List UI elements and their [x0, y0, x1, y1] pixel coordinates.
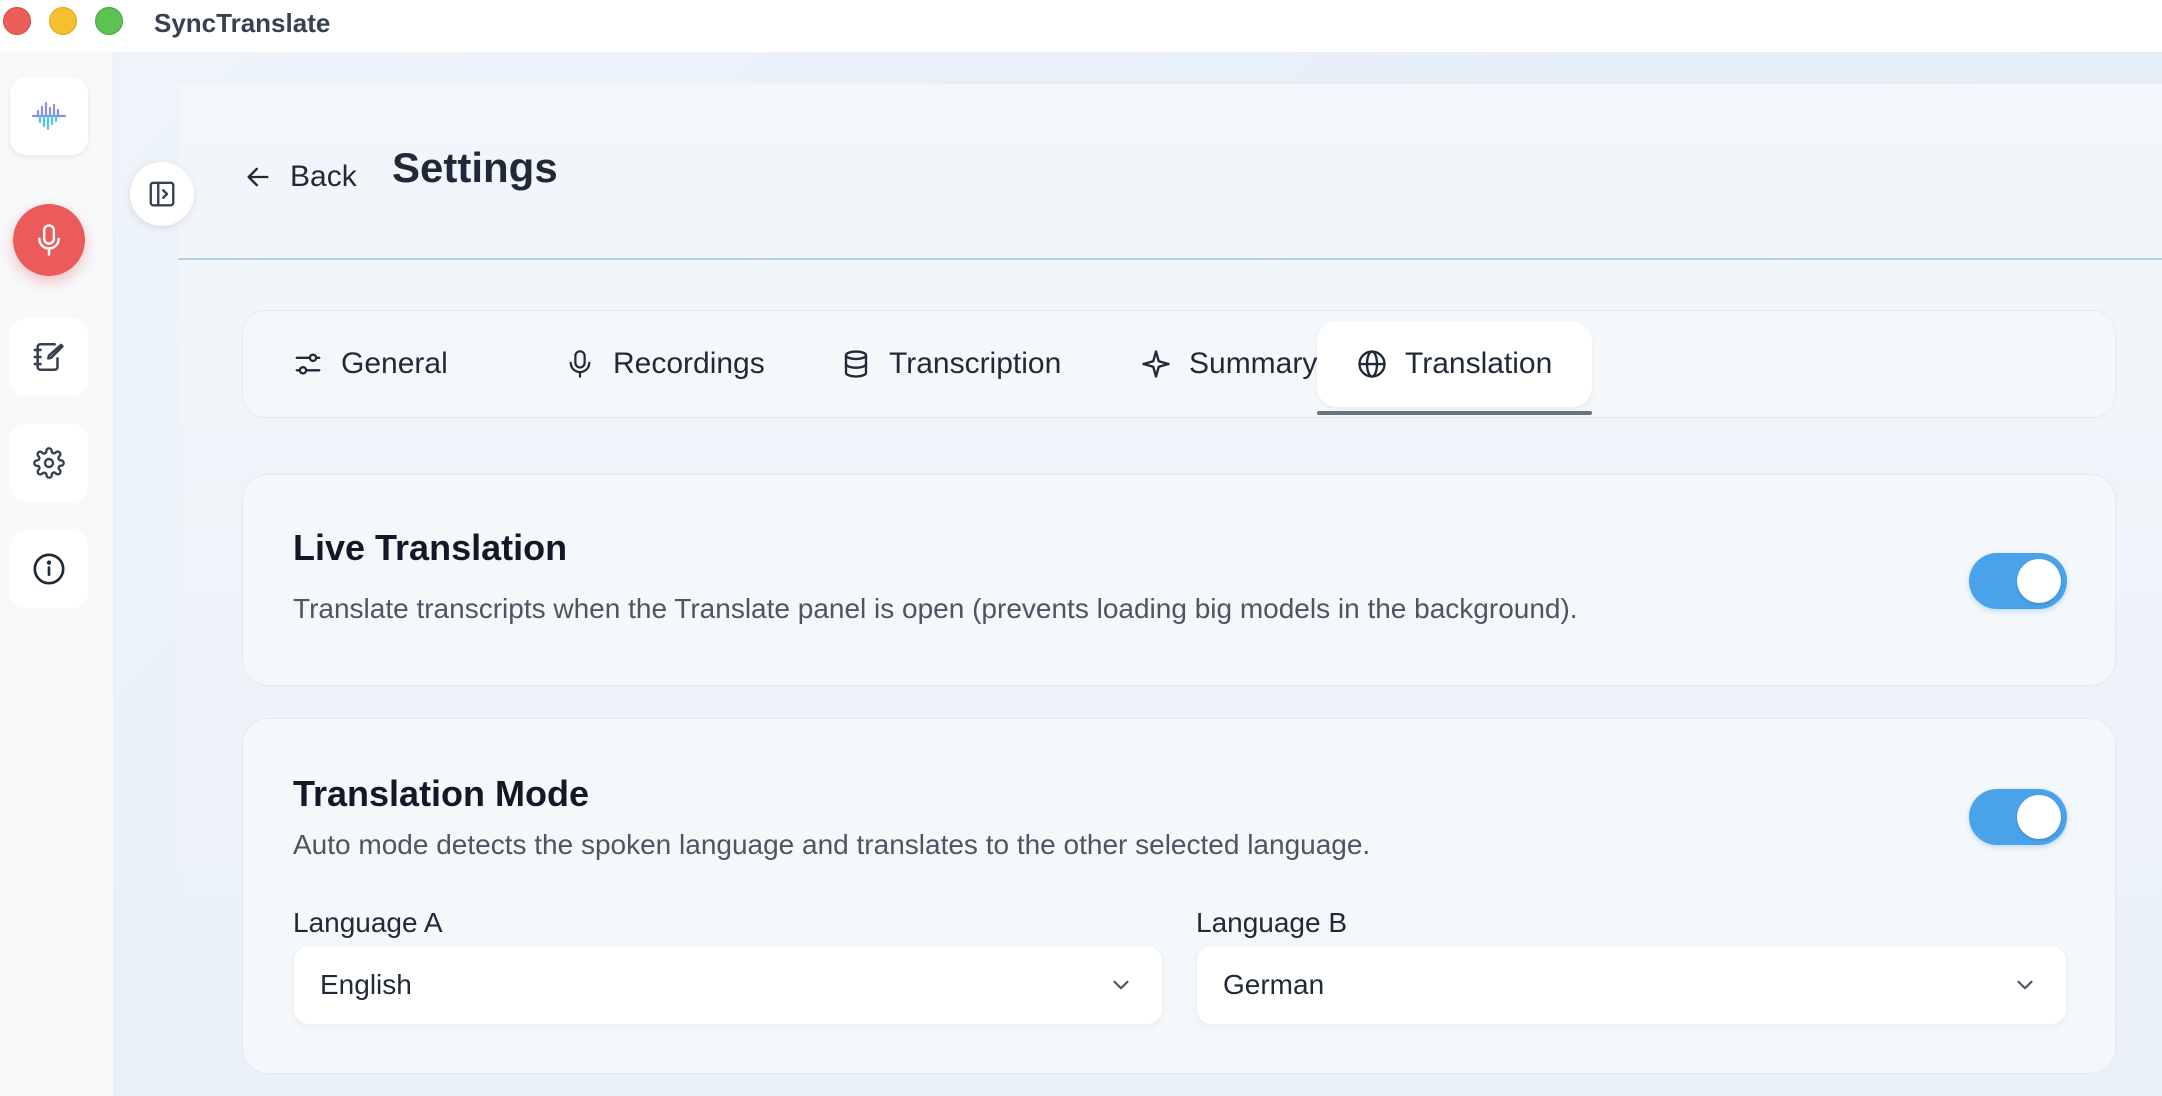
tab-label: Summary	[1189, 347, 1318, 380]
notebook-edit-icon	[32, 340, 66, 374]
globe-icon	[1357, 349, 1387, 379]
tab-label: General	[341, 347, 448, 380]
tab-label: Recordings	[613, 347, 765, 380]
tab-label: Transcription	[889, 347, 1062, 380]
notes-button[interactable]	[10, 318, 88, 396]
minimize-window-button[interactable]	[49, 7, 77, 35]
info-icon	[32, 552, 66, 586]
translation-mode-toggle[interactable]	[1969, 789, 2067, 845]
sidebar-toggle-icon	[147, 179, 177, 209]
live-translation-title: Live Translation	[293, 527, 568, 568]
back-button[interactable]: Back	[244, 152, 357, 202]
live-translation-description: Translate transcripts when the Translate…	[293, 593, 1578, 624]
toggle-knob	[2017, 795, 2061, 839]
tab-recordings[interactable]: Recordings	[525, 321, 805, 407]
settings-tabs: General Recordings Transcription Summary…	[242, 310, 2116, 418]
tab-general[interactable]: General	[253, 321, 488, 407]
collapse-sidebar-button[interactable]	[130, 162, 194, 226]
close-window-button[interactable]	[3, 7, 31, 35]
tab-label: Translation	[1405, 347, 1553, 380]
tab-transcription[interactable]: Transcription	[801, 321, 1101, 407]
sparkle-icon	[1141, 349, 1171, 379]
title-bar: SyncTranslate	[0, 0, 2162, 52]
sidebar	[0, 52, 114, 1096]
language-b-select[interactable]: German	[1196, 945, 2067, 1025]
sliders-icon	[293, 349, 323, 379]
translation-mode-description: Auto mode detects the spoken language an…	[293, 829, 1371, 860]
language-a-select[interactable]: English	[293, 945, 1163, 1025]
chevron-down-icon	[2012, 972, 2038, 998]
waveform-logo-icon	[29, 99, 69, 133]
live-translation-toggle[interactable]	[1969, 553, 2067, 609]
translation-mode-card: Translation Mode Auto mode detects the s…	[242, 718, 2116, 1074]
language-b-value: German	[1223, 969, 1325, 1000]
live-translation-card: Live Translation Translate transcripts w…	[242, 474, 2116, 686]
chevron-down-icon	[1108, 972, 1134, 998]
page-header: Back Settings	[178, 84, 2162, 260]
translation-mode-title: Translation Mode	[293, 773, 590, 814]
gear-icon	[33, 447, 65, 479]
record-button[interactable]	[13, 204, 85, 276]
app-logo[interactable]	[10, 77, 88, 155]
tab-translation[interactable]: Translation	[1317, 321, 1592, 407]
about-button[interactable]	[10, 530, 88, 608]
app-title: SyncTranslate	[154, 8, 331, 38]
language-a-label: Language A	[293, 907, 443, 938]
page-title: Settings	[392, 144, 558, 191]
microphone-icon	[34, 223, 64, 257]
toggle-knob	[2017, 559, 2061, 603]
back-label: Back	[290, 160, 357, 193]
language-b-label: Language B	[1196, 907, 1348, 938]
database-icon	[841, 349, 871, 379]
language-a-value: English	[320, 969, 412, 1000]
arrow-left-icon	[244, 163, 272, 191]
active-tab-indicator	[1317, 411, 1592, 415]
zoom-window-button[interactable]	[95, 7, 123, 35]
microphone-icon	[565, 349, 595, 379]
settings-button[interactable]	[10, 424, 88, 502]
